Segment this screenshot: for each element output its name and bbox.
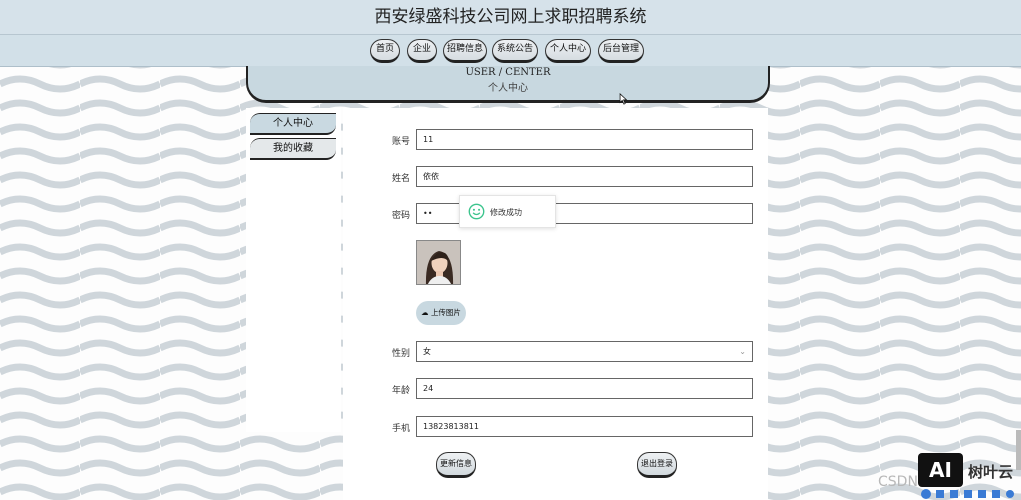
site-title: 西安绿盛科技公司网上求职招聘系统 — [374, 7, 647, 27]
update-info-button[interactable]: 更新信息 — [436, 452, 476, 478]
gender-select[interactable]: 女 ⌄ — [416, 341, 753, 362]
avatar — [416, 240, 461, 285]
age-field[interactable]: 24 — [416, 378, 753, 399]
gender-label: 性别 — [392, 349, 411, 359]
logout-button[interactable]: 退出登录 — [637, 452, 677, 478]
page-banner: USER / CENTER 个人中心 — [246, 66, 770, 103]
nav-admin[interactable]: 后台管理 — [598, 39, 644, 63]
ai-logo: AI — [918, 453, 963, 487]
system-tray-icons — [921, 489, 1014, 499]
brand-name: 树叶云 — [968, 463, 1014, 481]
banner-title-en: USER / CENTER — [465, 67, 551, 78]
name-field[interactable]: 依依 — [416, 166, 753, 187]
sidebar-item-favorites[interactable]: 我的收藏 — [250, 138, 336, 160]
smile-icon — [468, 203, 485, 220]
banner-title-cn: 个人中心 — [488, 83, 528, 94]
sidebar: 个人中心 我的收藏 — [246, 108, 341, 432]
title-bar: 西安绿盛科技公司网上求职招聘系统 — [0, 0, 1021, 35]
cloud-upload-icon: ☁ — [421, 308, 429, 317]
account-field[interactable]: 11 — [416, 129, 753, 150]
success-toast: 修改成功 — [459, 195, 556, 228]
account-label: 账号 — [392, 137, 411, 147]
sidebar-item-user-center[interactable]: 个人中心 — [250, 113, 336, 135]
upload-image-button[interactable]: ☁ 上传图片 — [416, 301, 466, 325]
phone-field[interactable]: 13823813811 — [416, 416, 753, 437]
watermark-text: CSDN — [878, 474, 918, 490]
main-nav: 首页 企业 招聘信息 系统公告 个人中心 后台管理 — [0, 35, 1021, 67]
age-label: 年龄 — [392, 386, 411, 396]
mouse-cursor-icon — [619, 93, 628, 105]
avatar-photo — [417, 241, 460, 284]
nav-announcements[interactable]: 系统公告 — [492, 39, 538, 63]
password-label: 密码 — [392, 211, 411, 221]
toast-message: 修改成功 — [490, 208, 522, 217]
nav-company[interactable]: 企业 — [407, 39, 437, 63]
nav-home[interactable]: 首页 — [370, 39, 400, 63]
nav-user-center[interactable]: 个人中心 — [545, 39, 591, 63]
upload-label: 上传图片 — [430, 308, 461, 317]
scrollbar-thumb[interactable] — [1016, 430, 1021, 470]
name-label: 姓名 — [392, 174, 411, 184]
gender-value: 女 — [423, 347, 431, 356]
nav-jobs[interactable]: 招聘信息 — [443, 39, 487, 63]
phone-label: 手机 — [392, 424, 411, 434]
chevron-down-icon: ⌄ — [739, 347, 746, 356]
